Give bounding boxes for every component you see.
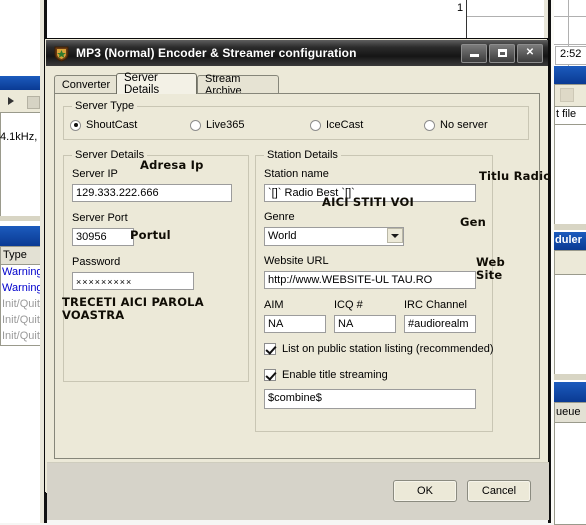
ok-button[interactable]: OK <box>393 480 457 502</box>
tab-server-details[interactable]: Server Details <box>116 72 197 96</box>
radio-no-server[interactable]: No server <box>424 119 488 131</box>
website-url-input[interactable]: http://www.WEBSITE-UL TAU.RO <box>264 271 476 289</box>
right-label-file: t file <box>556 108 577 120</box>
aim-input[interactable]: NA <box>264 315 326 333</box>
checkbox-indicator <box>264 369 276 381</box>
server-details-group: Server Details Server IP 129.333.222.666… <box>63 149 249 382</box>
stop-button[interactable] <box>27 96 40 109</box>
log-panel-titlebar <box>0 226 44 246</box>
log-row: Init/Quit <box>2 330 40 342</box>
icq-input[interactable]: NA <box>334 315 396 333</box>
maximize-button[interactable] <box>489 43 515 63</box>
radio-shoutcast[interactable]: ShoutCast <box>70 119 137 131</box>
server-port-input[interactable]: 30956 <box>72 228 134 246</box>
radio-live365[interactable]: Live365 <box>190 119 245 131</box>
website-url-label: Website URL <box>264 255 329 267</box>
scheduler-toolbar <box>554 250 586 276</box>
radio-label: IceCast <box>326 119 364 131</box>
right-toolbar-button[interactable] <box>560 88 574 102</box>
scheduler-label: duler <box>555 234 582 246</box>
dialog-title: MP3 (Normal) Encoder & Streamer configur… <box>76 46 357 60</box>
server-details-legend: Server Details <box>72 149 148 161</box>
radio-indicator <box>424 119 435 131</box>
minimize-button[interactable] <box>461 43 487 63</box>
tab-page-server-details: Server Type ShoutCast Live365 IceCast No… <box>54 94 540 459</box>
play-icon[interactable] <box>8 97 14 105</box>
irc-channel-label: IRC Channel <box>404 299 467 311</box>
password-label: Password <box>72 256 121 268</box>
window-controls[interactable]: ✕ <box>461 43 543 63</box>
button-bar: OK Cancel <box>47 463 549 520</box>
icq-label: ICQ # <box>334 299 363 311</box>
dialog-client-area: Converter Server Details Stream Archive … <box>46 66 549 520</box>
server-ip-label: Server IP <box>72 168 118 180</box>
right-file-list[interactable] <box>554 124 586 226</box>
queue-label: ueue <box>556 406 581 418</box>
close-icon: ✕ <box>525 47 535 58</box>
radio-indicator <box>190 119 201 131</box>
right-panel-titlebar <box>554 66 586 84</box>
radio-label: No server <box>440 119 488 131</box>
server-port-label: Server Port <box>72 212 128 224</box>
queue-list[interactable] <box>554 422 586 525</box>
left-panel-titlebar <box>0 76 44 90</box>
radio-label: Live365 <box>206 119 245 131</box>
radio-label: ShoutCast <box>86 119 138 131</box>
log-column-type: Type <box>3 249 27 261</box>
log-row: Warning <box>2 266 43 278</box>
time-display: 2:52 <box>560 48 582 60</box>
station-details-legend: Station Details <box>264 149 341 161</box>
radio-indicator <box>70 119 81 131</box>
radio-indicator <box>310 119 321 131</box>
checkbox-indicator <box>264 343 276 355</box>
annotation-server-port: Portul <box>130 228 171 242</box>
panel-divider <box>554 374 586 380</box>
server-type-group: Server Type ShoutCast Live365 IceCast No… <box>63 100 529 140</box>
log-row: Init/Quit <box>2 298 40 310</box>
panel-edge <box>44 0 47 38</box>
genre-select[interactable]: World <box>264 227 404 246</box>
checkbox-list-public-station[interactable]: List on public station listing (recommen… <box>264 343 494 355</box>
checkbox-label: Enable title streaming <box>282 369 388 381</box>
radio-icecast[interactable]: IceCast <box>310 119 363 131</box>
annotation-genre-hint: AICI STITI VOI <box>322 195 414 209</box>
annotation-genre: Gen <box>460 215 487 229</box>
queue-titlebar <box>554 382 586 402</box>
annotation-station-name: Titlu Radio <box>479 169 552 183</box>
cancel-button[interactable]: Cancel <box>467 480 531 502</box>
genre-label: Genre <box>264 211 295 223</box>
server-ip-input[interactable]: 129.333.222.666 <box>72 184 232 202</box>
tab-strip[interactable]: Converter Server Details Stream Archive <box>54 72 540 97</box>
irc-channel-input[interactable]: #audiorealm <box>404 315 476 333</box>
sam-shield-icon <box>53 45 70 62</box>
dialog-titlebar[interactable]: MP3 (Normal) Encoder & Streamer configur… <box>46 40 548 66</box>
encoder-streamer-configuration-dialog[interactable]: MP3 (Normal) Encoder & Streamer configur… <box>44 38 549 520</box>
tab-stream-archive[interactable]: Stream Archive <box>197 73 279 97</box>
annotation-password: TRECETI AICI PAROLA VOASTRA <box>62 295 204 322</box>
panel-divider <box>0 216 44 221</box>
annotation-website: Web Site <box>476 255 505 282</box>
close-button[interactable]: ✕ <box>517 43 543 63</box>
log-row: Init/Quit <box>2 314 40 326</box>
title-format-input[interactable]: $combine$ <box>264 389 476 409</box>
checkbox-enable-title-streaming[interactable]: Enable title streaming <box>264 369 388 381</box>
station-name-label: Station name <box>264 168 329 180</box>
panel-divider <box>554 224 586 230</box>
log-row: Warning <box>2 282 43 294</box>
aim-label: AIM <box>264 299 284 311</box>
panel-gutter-right2 <box>551 0 554 523</box>
server-type-legend: Server Type <box>72 100 138 112</box>
password-input[interactable]: ××××××××× <box>72 272 194 290</box>
checkbox-label: List on public station listing (recommen… <box>282 343 494 355</box>
tab-converter[interactable]: Converter <box>54 75 118 94</box>
chevron-down-icon[interactable] <box>387 228 403 243</box>
scheduler-list[interactable] <box>554 274 586 376</box>
timeline-mark: 1 <box>457 2 464 14</box>
annotation-server-ip: Adresa Ip <box>140 158 204 172</box>
